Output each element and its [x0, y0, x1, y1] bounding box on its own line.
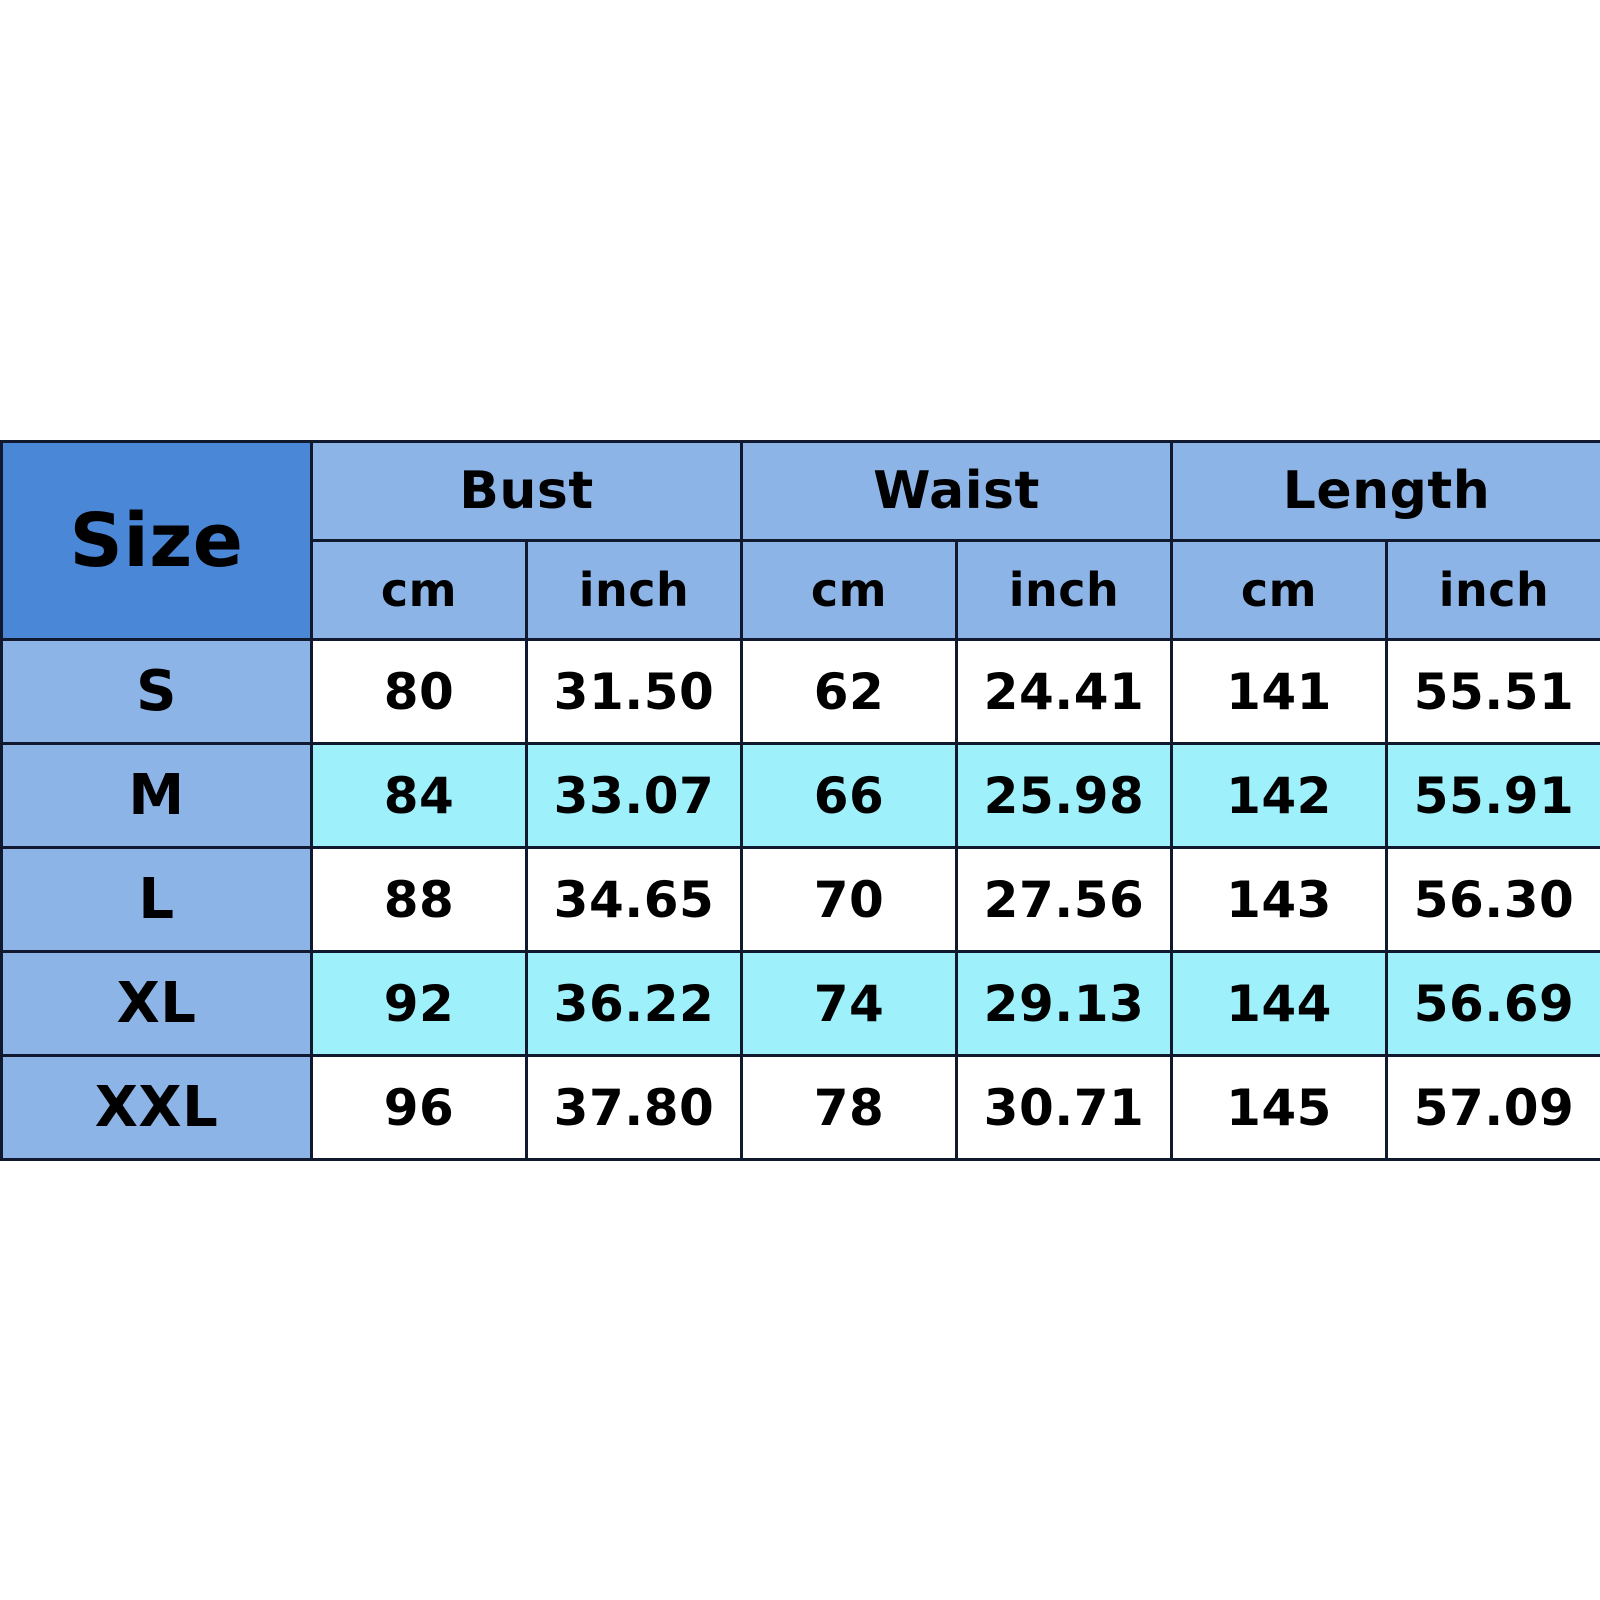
header-size: Size	[0, 440, 313, 641]
cell-waist-inch: 24.41	[954, 638, 1174, 745]
row-size-label: M	[0, 742, 313, 849]
cell-waist-inch: 29.13	[954, 950, 1174, 1057]
cell-bust-cm: 88	[310, 846, 528, 953]
cell-length-cm: 143	[1170, 846, 1389, 953]
row-size-label: L	[0, 846, 313, 953]
cell-bust-inch: 34.65	[525, 846, 743, 953]
table-body: S 80 31.50 62 24.41 141 55.51 M 84 33.07…	[0, 638, 1600, 1161]
cell-bust-cm: 92	[310, 950, 528, 1057]
cell-bust-cm: 84	[310, 742, 528, 849]
header-unit-waist-cm: cm	[740, 539, 958, 641]
table-header: Size Bust Waist Length cm inch cm inch c…	[0, 440, 1600, 641]
cell-waist-inch: 30.71	[954, 1054, 1174, 1161]
cell-waist-cm: 70	[740, 846, 958, 953]
header-unit-length-cm: cm	[1170, 539, 1389, 641]
cell-length-inch: 55.91	[1385, 742, 1600, 849]
cell-length-inch: 56.69	[1385, 950, 1600, 1057]
cell-bust-inch: 37.80	[525, 1054, 743, 1161]
table-row: S 80 31.50 62 24.41 141 55.51	[0, 638, 1600, 745]
cell-length-cm: 142	[1170, 742, 1389, 849]
cell-waist-cm: 74	[740, 950, 958, 1057]
cell-bust-inch: 33.07	[525, 742, 743, 849]
cell-waist-cm: 66	[740, 742, 958, 849]
row-size-label: XXL	[0, 1054, 313, 1161]
cell-length-cm: 144	[1170, 950, 1389, 1057]
header-group-bust: Bust	[310, 440, 743, 542]
header-group-length: Length	[1170, 440, 1600, 542]
cell-waist-cm: 78	[740, 1054, 958, 1161]
cell-bust-cm: 96	[310, 1054, 528, 1161]
size-chart-container: Size Bust Waist Length cm inch cm inch c…	[0, 440, 1600, 1161]
cell-bust-cm: 80	[310, 638, 528, 745]
cell-waist-inch: 25.98	[954, 742, 1174, 849]
cell-bust-inch: 31.50	[525, 638, 743, 745]
table-row: M 84 33.07 66 25.98 142 55.91	[0, 742, 1600, 849]
cell-length-inch: 57.09	[1385, 1054, 1600, 1161]
table-row: XXL 96 37.80 78 30.71 145 57.09	[0, 1054, 1600, 1161]
row-size-label: S	[0, 638, 313, 745]
header-unit-bust-cm: cm	[310, 539, 528, 641]
table-row: XL 92 36.22 74 29.13 144 56.69	[0, 950, 1600, 1057]
cell-length-inch: 55.51	[1385, 638, 1600, 745]
header-unit-length-inch: inch	[1385, 539, 1600, 641]
header-group-waist: Waist	[739, 440, 1174, 542]
cell-waist-cm: 62	[740, 638, 958, 745]
cell-length-cm: 145	[1170, 1054, 1389, 1161]
header-unit-waist-inch: inch	[954, 539, 1174, 641]
page-root: Size Bust Waist Length cm inch cm inch c…	[0, 0, 1600, 1600]
cell-waist-inch: 27.56	[954, 846, 1174, 953]
table-row: L 88 34.65 70 27.56 143 56.30	[0, 846, 1600, 953]
row-size-label: XL	[0, 950, 313, 1057]
cell-length-inch: 56.30	[1385, 846, 1600, 953]
cell-length-cm: 141	[1170, 638, 1389, 745]
cell-bust-inch: 36.22	[525, 950, 743, 1057]
size-chart-table: Size Bust Waist Length cm inch cm inch c…	[0, 440, 1600, 1161]
header-unit-bust-inch: inch	[525, 539, 743, 641]
header-row-groups: Size Bust Waist Length	[0, 440, 1600, 641]
